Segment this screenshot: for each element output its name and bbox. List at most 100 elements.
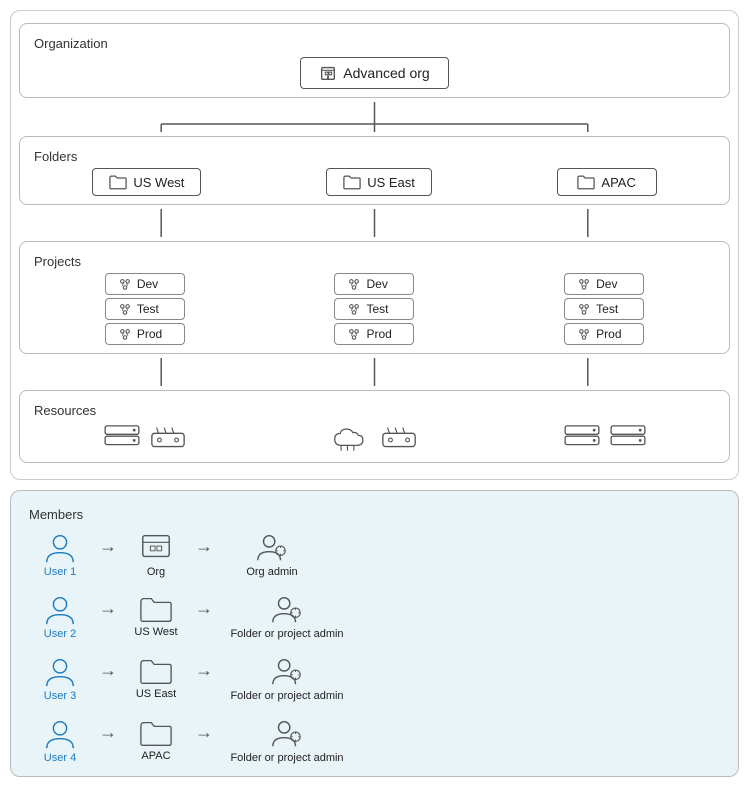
- members-section: Members User 1 →: [10, 490, 739, 777]
- org-to-folders-connector: [19, 102, 730, 132]
- folder-icon-uswest: [109, 174, 127, 190]
- resources-apac: [563, 424, 647, 454]
- arrow-1a: →: [95, 536, 121, 573]
- member-target-org: Org: [121, 530, 191, 578]
- folders-section: Folders US West US East: [19, 136, 730, 205]
- folder-us-west: US West: [92, 168, 201, 196]
- project-icon: [118, 302, 132, 316]
- members-grid: User 1 → Org →: [25, 530, 724, 764]
- member-row-1: User 1 → Org →: [25, 530, 724, 578]
- main-container: Organization Advanced org: [0, 0, 749, 787]
- user3-icon: [43, 654, 77, 688]
- project-icon: [347, 277, 361, 291]
- folder-icon-m2: [139, 594, 173, 624]
- member-row-2: User 2 → US West →: [25, 592, 724, 640]
- project-dev-1: Dev: [105, 273, 185, 295]
- arrow-2b: →: [191, 598, 217, 635]
- member-target-uswest: US West: [121, 594, 191, 638]
- org-box: Advanced org: [300, 57, 448, 89]
- arrow-3a: →: [95, 660, 121, 697]
- folder-apac: APAC: [557, 168, 657, 196]
- org-row: Advanced org: [30, 57, 719, 89]
- folders-to-projects-connector: [19, 209, 730, 237]
- router-icon-uswest: [149, 424, 187, 454]
- admin-icon-m2: [270, 592, 304, 626]
- folder-us-east: US East: [326, 168, 432, 196]
- project-prod-3: Prod: [564, 323, 644, 345]
- member-row-3: User 3 → US East →: [25, 654, 724, 702]
- org-label: Organization: [30, 32, 719, 51]
- folder-uswest-label: US West: [133, 175, 184, 190]
- folders-row: US West US East APAC: [30, 168, 719, 196]
- project-icon: [118, 327, 132, 341]
- member-user3: User 3: [25, 654, 95, 702]
- user1-icon: [43, 530, 77, 564]
- arrow-4b: →: [191, 722, 217, 759]
- project-prod-1: Prod: [105, 323, 185, 345]
- user1-label: User 1: [44, 566, 76, 578]
- project-dev-label-1: Dev: [137, 277, 158, 291]
- cloud-icon-useast: [332, 424, 372, 454]
- admin-icon-m3: [270, 654, 304, 688]
- org-area: Advanced org: [30, 51, 719, 89]
- user2-icon: [43, 592, 77, 626]
- project-test-label-3: Test: [596, 302, 618, 316]
- project-group-useast: Dev Test: [334, 273, 414, 345]
- project-dev-3: Dev: [564, 273, 644, 295]
- server-icon-uswest: [103, 424, 141, 454]
- resources-section: Resources: [19, 390, 730, 463]
- folder-useast-label: US East: [367, 175, 415, 190]
- user3-label: User 3: [44, 690, 76, 702]
- target-useast-label: US East: [136, 688, 176, 700]
- project-dev-2: Dev: [334, 273, 414, 295]
- member-role-folderadmin3: Folder or project admin: [217, 654, 357, 702]
- folders-label: Folders: [30, 145, 719, 164]
- org-icon-m1: [139, 530, 173, 564]
- member-user4: User 4: [25, 716, 95, 764]
- project-test-label-1: Test: [137, 302, 159, 316]
- project-icon: [347, 302, 361, 316]
- member-row-4: User 4 → APAC →: [25, 716, 724, 764]
- projects-label: Projects: [30, 250, 719, 269]
- user4-icon: [43, 716, 77, 750]
- building-icon: [319, 64, 337, 82]
- member-target-useast: US East: [121, 656, 191, 700]
- role-folderadmin4-label: Folder or project admin: [230, 752, 343, 764]
- server-icon-apac1: [563, 424, 601, 454]
- organization-section: Organization Advanced org: [19, 23, 730, 98]
- project-icon: [577, 327, 591, 341]
- projects-row: Dev Test: [30, 273, 719, 345]
- target-apac-label: APAC: [141, 750, 170, 762]
- resources-uswest: [103, 424, 187, 454]
- org-name: Advanced org: [343, 65, 429, 81]
- project-icon: [347, 327, 361, 341]
- member-user2: User 2: [25, 592, 95, 640]
- project-test-3: Test: [564, 298, 644, 320]
- projects-to-resources-connector: [19, 358, 730, 386]
- server-icon-apac2: [609, 424, 647, 454]
- router-icon-useast: [380, 424, 418, 454]
- member-target-apac: APAC: [121, 718, 191, 762]
- resources-useast: [332, 424, 418, 454]
- project-prod-label-1: Prod: [137, 327, 162, 341]
- org-hierarchy-section: Organization Advanced org: [10, 10, 739, 480]
- arrow-2a: →: [95, 598, 121, 635]
- project-test-2: Test: [334, 298, 414, 320]
- project-dev-label-2: Dev: [366, 277, 387, 291]
- admin-icon-m1: [255, 530, 289, 564]
- project-prod-label-2: Prod: [366, 327, 391, 341]
- user4-label: User 4: [44, 752, 76, 764]
- role-folderadmin3-label: Folder or project admin: [230, 690, 343, 702]
- project-icon: [577, 277, 591, 291]
- admin-icon-m4: [270, 716, 304, 750]
- member-role-folderadmin2: Folder or project admin: [217, 592, 357, 640]
- target-org-label: Org: [147, 566, 165, 578]
- project-prod-2: Prod: [334, 323, 414, 345]
- arrow-4a: →: [95, 722, 121, 759]
- project-prod-label-3: Prod: [596, 327, 621, 341]
- folder-icon-m4: [139, 718, 173, 748]
- member-role-orgadmin: Org admin: [217, 530, 327, 578]
- folder-apac-label: APAC: [601, 175, 635, 190]
- folder-icon-useast: [343, 174, 361, 190]
- members-label: Members: [25, 503, 724, 522]
